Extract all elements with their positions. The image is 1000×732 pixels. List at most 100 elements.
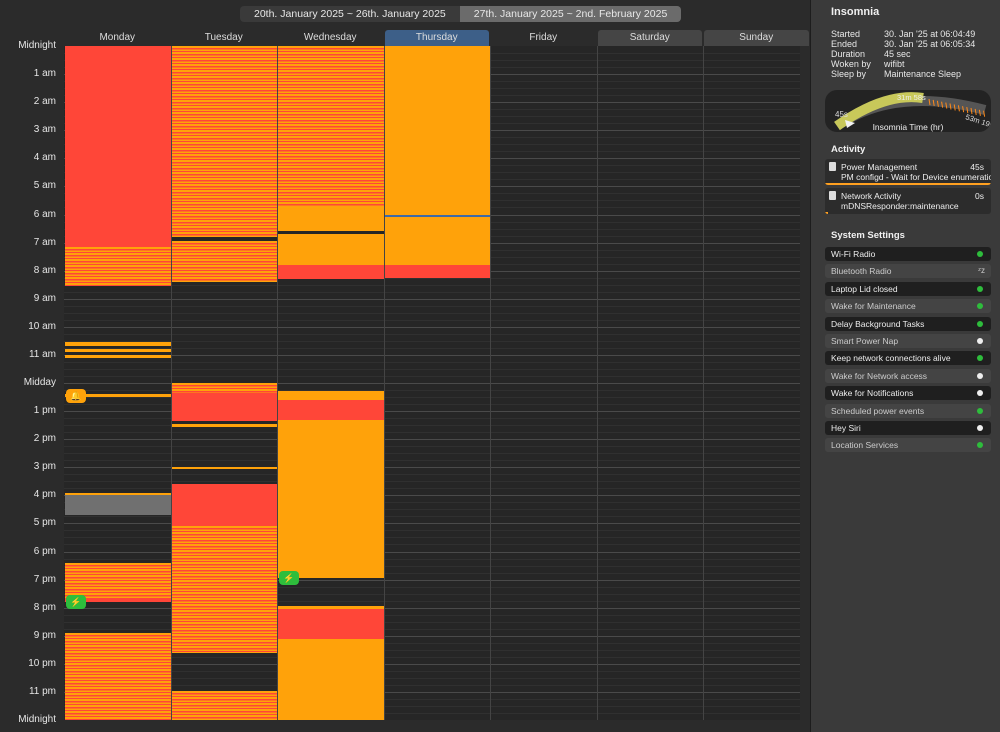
gauge-graphic: 45s 31m 58s 53m 19s Insomnia Time (hr) bbox=[834, 92, 991, 132]
bell-icon[interactable]: 🔔 bbox=[66, 388, 86, 403]
info-key: Ended bbox=[831, 39, 858, 49]
activity-block[interactable] bbox=[278, 638, 384, 720]
details-sidebar: Insomnia Started 30. Jan '25 at 06:04:49 E… bbox=[810, 0, 1000, 732]
activity-block[interactable] bbox=[171, 484, 277, 527]
plug-icon[interactable]: ⚡ bbox=[279, 571, 299, 586]
minor-line bbox=[64, 305, 800, 307]
activity-block[interactable] bbox=[171, 690, 277, 720]
activity-block[interactable] bbox=[171, 423, 277, 427]
week-selector: 20th. January 2025 ~ 26th. January 2025 … bbox=[240, 6, 682, 22]
activity-block[interactable] bbox=[278, 609, 384, 639]
activity-block[interactable] bbox=[65, 46, 171, 247]
minor-line bbox=[64, 333, 800, 335]
setting-bluetooth-radio[interactable]: Bluetooth Radio ᶻz bbox=[825, 264, 991, 279]
setting-wake-for-maintenance[interactable]: Wake for Maintenance bbox=[825, 299, 991, 314]
setting-wake-for-network-access[interactable]: Wake for Network access bbox=[825, 368, 991, 383]
activity-block[interactable] bbox=[384, 46, 490, 215]
day-header-thursday[interactable]: Thursday bbox=[384, 30, 489, 46]
activity-network[interactable]: Network Activity 0s mDNSResponder:mainte… bbox=[825, 188, 991, 214]
setting-label: Hey Siri bbox=[831, 423, 861, 433]
hour-label: 3 pm bbox=[33, 461, 56, 473]
hour-label: 9 am bbox=[33, 292, 56, 304]
activity-block[interactable] bbox=[278, 206, 384, 232]
day-header-friday[interactable]: Friday bbox=[491, 30, 596, 46]
info-key: Duration bbox=[831, 49, 866, 59]
activity-block[interactable] bbox=[278, 234, 384, 266]
minor-line bbox=[64, 656, 800, 658]
info-value: Maintenance Sleep bbox=[884, 69, 962, 79]
activity-block[interactable] bbox=[278, 399, 384, 420]
day-header-tuesday[interactable]: Tuesday bbox=[172, 30, 277, 46]
week-current-button[interactable]: 27th. January 2025 ~ 2nd. February 2025 bbox=[459, 6, 682, 22]
status-dot-icon bbox=[977, 390, 983, 397]
activity-power-management[interactable]: Power Management 45s PM configd - Wait f… bbox=[825, 159, 991, 185]
info-row: Duration 45 sec bbox=[831, 49, 975, 59]
activity-detail: mDNSResponder:maintenance bbox=[841, 201, 959, 211]
activity-block[interactable] bbox=[65, 349, 171, 353]
activity-block[interactable] bbox=[65, 342, 171, 347]
activity-block[interactable] bbox=[171, 526, 277, 653]
status-dot-icon bbox=[977, 251, 983, 257]
status-dot-icon bbox=[977, 442, 983, 449]
activity-block[interactable] bbox=[278, 391, 384, 400]
setting-hey-siri[interactable]: Hey Siri bbox=[825, 421, 991, 435]
setting-label: Wake for Network access bbox=[831, 370, 928, 381]
setting-label: Wake for Notifications bbox=[831, 388, 914, 399]
setting-label: Wake for Maintenance bbox=[831, 301, 916, 312]
setting-location-services[interactable]: Location Services bbox=[825, 438, 991, 453]
charger-icon[interactable]: ⚡ bbox=[66, 595, 86, 610]
activity-bar bbox=[825, 183, 991, 185]
minor-line bbox=[64, 291, 800, 293]
activity-block[interactable] bbox=[171, 241, 277, 282]
activity-block[interactable] bbox=[278, 46, 384, 207]
activity-block[interactable] bbox=[65, 495, 171, 515]
activity-block[interactable] bbox=[278, 265, 384, 280]
activity-block[interactable] bbox=[171, 392, 277, 421]
minor-line bbox=[64, 677, 800, 679]
activity-block[interactable] bbox=[65, 562, 171, 600]
setting-wi-fi-radio[interactable]: Wi-Fi Radio bbox=[825, 247, 991, 261]
week-calendar: Monday Tuesday Wednesday Thursday Friday Satu… bbox=[0, 30, 809, 732]
activity-block[interactable] bbox=[384, 265, 490, 278]
activity-block[interactable] bbox=[65, 354, 171, 358]
day-header-saturday[interactable]: Saturday bbox=[597, 30, 702, 46]
week-prev-button[interactable]: 20th. January 2025 ~ 26th. January 2025 bbox=[240, 6, 460, 22]
gauge-left-label: 45s bbox=[835, 110, 848, 119]
setting-wake-for-notifications[interactable]: Wake for Notifications bbox=[825, 386, 991, 401]
activity-block[interactable] bbox=[278, 419, 384, 579]
day-header-sunday[interactable]: Sunday bbox=[704, 30, 809, 46]
setting-label: Location Services bbox=[831, 440, 899, 451]
activity-block[interactable] bbox=[65, 632, 171, 720]
app-window: 20th. January 2025 ~ 26th. January 2025 … bbox=[0, 0, 1000, 732]
setting-label: Laptop Lid closed bbox=[831, 283, 898, 294]
minor-line bbox=[64, 474, 800, 476]
setting-laptop-lid-closed[interactable]: Laptop Lid closed bbox=[825, 281, 991, 296]
setting-label: Wi-Fi Radio bbox=[831, 249, 876, 259]
calendar-grid[interactable] bbox=[64, 46, 800, 720]
activity-block[interactable] bbox=[171, 46, 277, 237]
day-separator bbox=[596, 46, 598, 720]
minor-line bbox=[64, 361, 800, 363]
setting-delay-background-tasks[interactable]: Delay Background Tasks bbox=[825, 316, 991, 331]
info-key: Woken by bbox=[831, 59, 871, 69]
status-dot-icon bbox=[977, 425, 983, 431]
setting-smart-power-nap[interactable]: Smart Power Nap bbox=[825, 334, 991, 348]
activity-detail: PM configd - Wait for Device enumeration bbox=[841, 172, 991, 182]
activity-block[interactable] bbox=[171, 383, 277, 393]
info-key: Started bbox=[831, 29, 861, 39]
setting-scheduled-power-events[interactable]: Scheduled power events bbox=[825, 403, 991, 418]
activity-block[interactable] bbox=[65, 246, 171, 287]
info-row: Woken by wifibt bbox=[831, 59, 975, 69]
minor-line bbox=[64, 375, 800, 377]
info-value: wifibt bbox=[884, 59, 905, 69]
hour-label: Midnight bbox=[18, 714, 56, 725]
info-row: Ended 30. Jan '25 at 06:05:34 bbox=[831, 39, 975, 49]
setting-label: Scheduled power events bbox=[831, 405, 925, 416]
activity-block[interactable] bbox=[384, 217, 490, 266]
activity-block[interactable] bbox=[171, 467, 277, 469]
day-header-wednesday[interactable]: Wednesday bbox=[278, 30, 383, 46]
setting-keep-network-connections-alive[interactable]: Keep network connections alive bbox=[825, 351, 991, 366]
hour-label: 9 pm bbox=[33, 629, 56, 641]
minor-line bbox=[64, 319, 800, 321]
day-header-monday[interactable]: Monday bbox=[65, 30, 170, 46]
